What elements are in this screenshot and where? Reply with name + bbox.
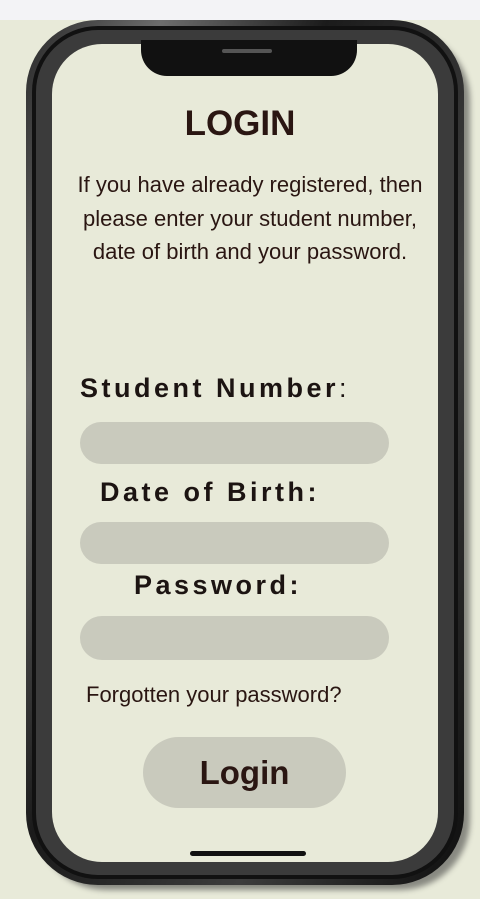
date-of-birth-label: Date of Birth:	[100, 477, 320, 507]
password-label: Password:	[134, 570, 303, 600]
student-number-input[interactable]	[80, 422, 389, 464]
speaker-icon	[222, 49, 272, 53]
forgot-password-link[interactable]: Forgotten your password?	[86, 682, 342, 708]
student-number-label-colon: :	[339, 373, 347, 403]
date-of-birth-input[interactable]	[80, 522, 389, 564]
login-instructions: If you have already registered, then ple…	[77, 172, 423, 264]
phone-notch	[141, 40, 357, 76]
login-button[interactable]: Login	[143, 737, 346, 808]
student-number-label: Student Number:	[80, 373, 347, 404]
top-band	[0, 0, 480, 20]
home-indicator	[190, 851, 306, 856]
student-number-label-text: Student Number	[80, 373, 340, 403]
password-input[interactable]	[80, 616, 389, 660]
page-title: LOGIN	[184, 104, 296, 143]
